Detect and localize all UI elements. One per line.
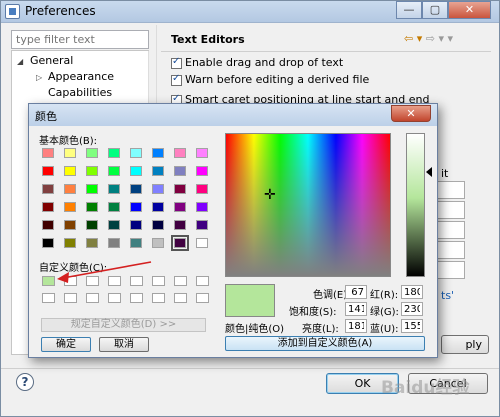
forward-arrow-icon[interactable]: ⇨ ▾ ▾ xyxy=(426,32,453,45)
add-to-custom-colors-button[interactable]: 添加到自定义颜色(A) xyxy=(225,336,425,351)
custom-color-swatch[interactable] xyxy=(152,293,165,303)
hidden-option-fragment: it xyxy=(441,167,449,180)
custom-color-swatch[interactable] xyxy=(196,276,209,286)
color-dialog-close-button[interactable]: ✕ xyxy=(391,105,431,122)
hidden-field[interactable] xyxy=(435,221,465,239)
hidden-field[interactable] xyxy=(435,241,465,259)
saturation-label: 饱和度(S): xyxy=(289,307,337,318)
hue-field[interactable] xyxy=(345,285,367,299)
blue-label: 蓝(U): xyxy=(370,324,399,335)
eclipse-window-icon xyxy=(5,4,20,19)
window-title: Preferences xyxy=(25,4,96,18)
custom-color-swatch[interactable] xyxy=(108,293,121,303)
red-annotation-arrow-icon xyxy=(57,261,152,283)
luminosity-label: 亮度(L): xyxy=(302,324,339,335)
basic-color-swatch[interactable] xyxy=(196,238,208,248)
basic-color-swatch[interactable] xyxy=(174,148,186,158)
define-custom-colors-button[interactable]: 规定自定义颜色(D) >> xyxy=(41,318,206,332)
back-arrow-icon[interactable]: ⇦ ▾ xyxy=(404,32,422,45)
custom-color-swatch[interactable] xyxy=(86,293,99,303)
basic-color-swatch[interactable] xyxy=(171,235,189,251)
basic-color-swatch[interactable] xyxy=(174,220,186,230)
title-separator xyxy=(161,51,491,52)
drag-drop-checkbox[interactable] xyxy=(171,56,182,69)
hidden-link-fragment[interactable]: ts' xyxy=(441,289,454,302)
hidden-field[interactable] xyxy=(435,261,465,279)
help-icon[interactable]: ? xyxy=(16,373,34,391)
luminosity-field[interactable] xyxy=(345,319,367,333)
collapse-arrow-icon[interactable]: ◢ xyxy=(17,57,23,66)
tree-item-capabilities[interactable]: Capabilities xyxy=(48,86,112,99)
red-label: 红(R): xyxy=(370,290,399,301)
tree-item-appearance[interactable]: Appearance xyxy=(48,70,114,83)
crosshair-icon[interactable]: ✛ xyxy=(264,187,276,203)
history-navigation[interactable]: ⇦ ▾ ⇨ ▾ ▾ xyxy=(404,32,453,45)
custom-color-swatch[interactable] xyxy=(196,293,209,303)
filter-input[interactable] xyxy=(11,30,149,49)
custom-color-swatch[interactable] xyxy=(42,293,55,303)
custom-color-swatch[interactable] xyxy=(174,276,187,286)
bottom-separator xyxy=(1,368,499,369)
minimize-button[interactable]: — xyxy=(396,1,422,19)
basic-color-swatch[interactable] xyxy=(196,202,208,212)
tree-item-general[interactable]: General xyxy=(30,54,73,67)
hidden-field[interactable] xyxy=(435,201,465,219)
color-cancel-button[interactable]: 取消 xyxy=(99,337,149,352)
green-field[interactable] xyxy=(401,302,423,316)
custom-color-swatch[interactable] xyxy=(174,293,187,303)
warn-derived-label: Warn before editing a derived file xyxy=(185,73,370,86)
basic-color-swatch[interactable] xyxy=(196,220,208,230)
custom-color-swatch[interactable] xyxy=(130,293,143,303)
drag-drop-label: Enable drag and drop of text xyxy=(185,56,344,69)
basic-color-swatch[interactable] xyxy=(174,202,186,212)
apply-button[interactable]: ply xyxy=(441,335,489,354)
color-preview xyxy=(225,284,275,317)
maximize-button[interactable]: ▢ xyxy=(422,1,448,19)
watermark: Baidu经验 xyxy=(381,378,470,398)
color-solid-label: 颜色|纯色(O) xyxy=(225,324,285,335)
red-field[interactable] xyxy=(401,285,423,299)
basic-color-swatch[interactable] xyxy=(196,184,208,194)
saturation-field[interactable] xyxy=(345,302,367,316)
color-dialog: 颜色 ✕ 基本颜色(B): 自定义颜色(C): 规定自定义颜色(D) >> 确定… xyxy=(28,103,438,358)
page-title: Text Editors xyxy=(171,33,245,46)
preferences-titlebar[interactable]: Preferences — ▢ ✕ xyxy=(1,1,499,23)
custom-color-swatch[interactable] xyxy=(64,293,77,303)
expand-arrow-icon[interactable]: ▷ xyxy=(36,73,42,82)
basic-color-swatch[interactable] xyxy=(174,166,186,176)
warn-derived-checkbox[interactable] xyxy=(171,73,182,86)
basic-color-swatch[interactable] xyxy=(196,148,208,158)
close-button[interactable]: ✕ xyxy=(448,1,491,19)
blue-field[interactable] xyxy=(401,319,423,333)
color-spectrum[interactable]: ✛ xyxy=(225,133,391,277)
green-label: 绿(G): xyxy=(370,307,399,318)
luminosity-slider[interactable] xyxy=(406,133,425,277)
basic-color-swatch[interactable] xyxy=(196,166,208,176)
basic-color-swatch[interactable] xyxy=(174,184,186,194)
luminosity-arrow-icon[interactable] xyxy=(426,167,432,177)
color-ok-button[interactable]: 确定 xyxy=(41,337,91,352)
hidden-field[interactable] xyxy=(435,181,465,199)
